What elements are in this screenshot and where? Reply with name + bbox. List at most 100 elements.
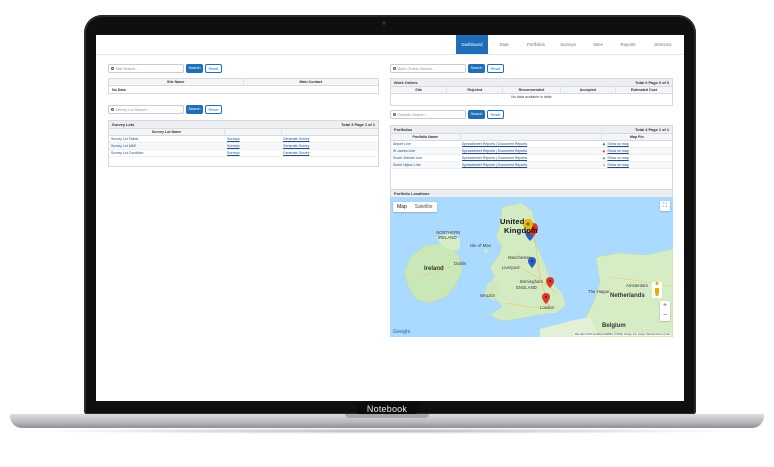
tab-portfolios[interactable]: Portfolios [520,35,552,54]
show-on-map-link[interactable]: Show on map [607,163,628,167]
survey-reset-button[interactable]: Reset [205,105,222,114]
fullscreen-icon[interactable]: ⛶ [660,201,670,211]
survey-lots-panel: Survey Lots Total 3 Page 1 of 1 Survey L… [108,120,379,167]
survey-lot-name: Survey Lot Fabric [111,137,139,141]
survey-search-input[interactable]: Survey Lot Search... [108,105,184,114]
wo-search-row: Work Orders Search... Search Reset [390,64,530,73]
tab-dashboard[interactable]: Dashboard [456,35,488,54]
zoom-in-icon[interactable]: + [660,301,670,311]
surveys-link[interactable]: Surveys [225,150,281,156]
portfolios-columns: Portfolio Name Map Pin [391,134,672,141]
generate-survey-link[interactable]: Generate Survey [281,150,378,156]
label-liverpool: Liverpool [502,265,520,270]
wo-search-button[interactable]: Search [468,64,485,73]
wo-search-placeholder: Work Orders Search... [397,67,436,71]
show-on-map-link[interactable]: Show on map [607,149,628,153]
col-blank-2 [282,129,378,135]
label-uk: United [500,217,525,226]
reports-links[interactable]: Spreadsheet Reports | Document Reports [460,155,601,161]
label-isle-of-man: Isle of Man [470,243,492,248]
site-search-placeholder: Site Search... [115,67,139,71]
portfolios-panel: Portfolios Total 4 Page 1 of 1 Portfolio… [390,125,673,190]
tab-directory[interactable]: Directory [646,35,680,54]
map-attribution[interactable]: Map data ©2020 GeoBasis-DE/BKG (©2009), … [573,333,671,336]
generate-survey-link[interactable]: Generate Survey [281,136,378,142]
col-blank-1 [225,129,282,135]
label-london: London [540,305,555,310]
survey-lots-columns: Survey Lot Name [109,129,378,136]
pf-reset-button[interactable]: Reset [487,110,504,119]
col-map-pin: Map Pin [629,135,644,139]
laptop-notch [345,414,429,418]
col-estimated-cost: Estimated Cost [630,88,657,92]
zoom-out-icon[interactable]: − [660,311,670,321]
work-orders-header: Work Orders Total 0 Page 0 of 0 [391,79,672,87]
generate-survey-link[interactable]: Generate Survey [281,143,378,149]
label-belgium: Belgium [602,323,626,329]
map-pin-cell: Show on map [601,141,672,147]
site-search-input[interactable]: Site Search... [108,64,184,73]
app-screen: Dashboard Data Portfolios Surveys Sites … [96,35,684,401]
col-site-name: Site Name [109,79,244,85]
tab-sites[interactable]: Sites [584,35,612,54]
tab-reports[interactable]: Reports [614,35,642,54]
map-type-toggle: Map Satellite [393,202,437,212]
search-icon [111,108,114,112]
top-navigation: Dashboard Data Portfolios Surveys Sites … [96,35,684,55]
survey-search-placeholder: Survey Lot Search... [115,108,150,112]
label-northern-ireland-2: IRELAND [438,235,457,240]
label-ireland: Ireland [424,266,444,272]
label-dublin: Dublin [454,261,467,266]
label-netherlands: Netherlands [610,293,645,299]
map-pin-icon [602,156,606,160]
reports-links[interactable]: Spreadsheet Reports | Document Reports [460,162,601,168]
pf-search-input[interactable]: Portfolio Search... [390,110,466,119]
col-recommended: Recommended [503,87,561,93]
tab-data[interactable]: Data [490,35,518,54]
map-type-satellite[interactable]: Satellite [411,202,437,212]
work-orders-pagination: Total 0 Page 0 of 0 [635,80,669,85]
portfolios-header: Portfolios Total 4 Page 1 of 1 [391,126,672,134]
label-uk-2: Kingdom [504,226,538,235]
table-row: Survey Lot M&E Surveys Generate Survey [109,143,378,150]
table-row: South Shields Line Spreadsheet Reports |… [391,155,672,162]
search-icon [111,67,114,71]
camera-icon [382,21,386,25]
label-birmingham: Birmingham [520,279,543,284]
site-search-button[interactable]: Search [186,64,203,73]
surveys-link[interactable]: Surveys [225,136,281,142]
search-icon [393,67,396,71]
reports-links[interactable]: Spreadsheet Reports | Document Reports [460,141,601,147]
site-reset-button[interactable]: Reset [205,64,222,73]
portfolio-name: South Hylton Line [393,163,421,167]
work-orders-title: Work Orders [394,80,418,85]
wo-reset-button[interactable]: Reset [487,64,504,73]
survey-lots-title: Survey Lots [112,122,135,127]
portfolios-title: Portfolios [394,127,413,132]
portfolio-map[interactable]: Map Satellite ⛶ + − United Kingdom NORTH… [390,197,673,337]
table-row: Survey Lot Fabric Surveys Generate Surve… [109,136,378,143]
tab-surveys[interactable]: Surveys [554,35,582,54]
portfolio-name: St James Line [393,149,416,153]
reports-links[interactable]: Spreadsheet Reports | Document Reports [460,148,601,154]
survey-search-button[interactable]: Search [186,105,203,114]
surveys-link[interactable]: Surveys [225,143,281,149]
table-row: St James Line Spreadsheet Reports | Docu… [391,148,672,155]
map-pin-icon [602,149,606,153]
map-type-map[interactable]: Map [393,202,411,212]
table-row: Airport Line Spreadsheet Reports | Docum… [391,141,672,148]
pf-search-button[interactable]: Search [468,110,485,119]
col-survey-lot-name: Survey Lot Name [109,129,226,135]
map-pin-icon [602,142,606,146]
col-site: Site [391,87,448,93]
work-orders-empty-text: No data available in table [511,95,552,99]
map-pin-cell: Show on map [601,162,672,168]
show-on-map-link[interactable]: Show on map [607,156,628,160]
survey-lots-header: Survey Lots Total 3 Page 1 of 1 [109,121,378,129]
work-orders-panel: Work Orders Total 0 Page 0 of 0 Site Rej… [390,78,673,106]
show-on-map-link[interactable]: Show on map [607,142,628,146]
map-pin-cell: Show on map [601,148,672,154]
wo-search-input[interactable]: Work Orders Search... [390,64,466,73]
map-pin-cell: Show on map [601,155,672,161]
sites-table-header: Site Name Main Contact [109,79,378,86]
